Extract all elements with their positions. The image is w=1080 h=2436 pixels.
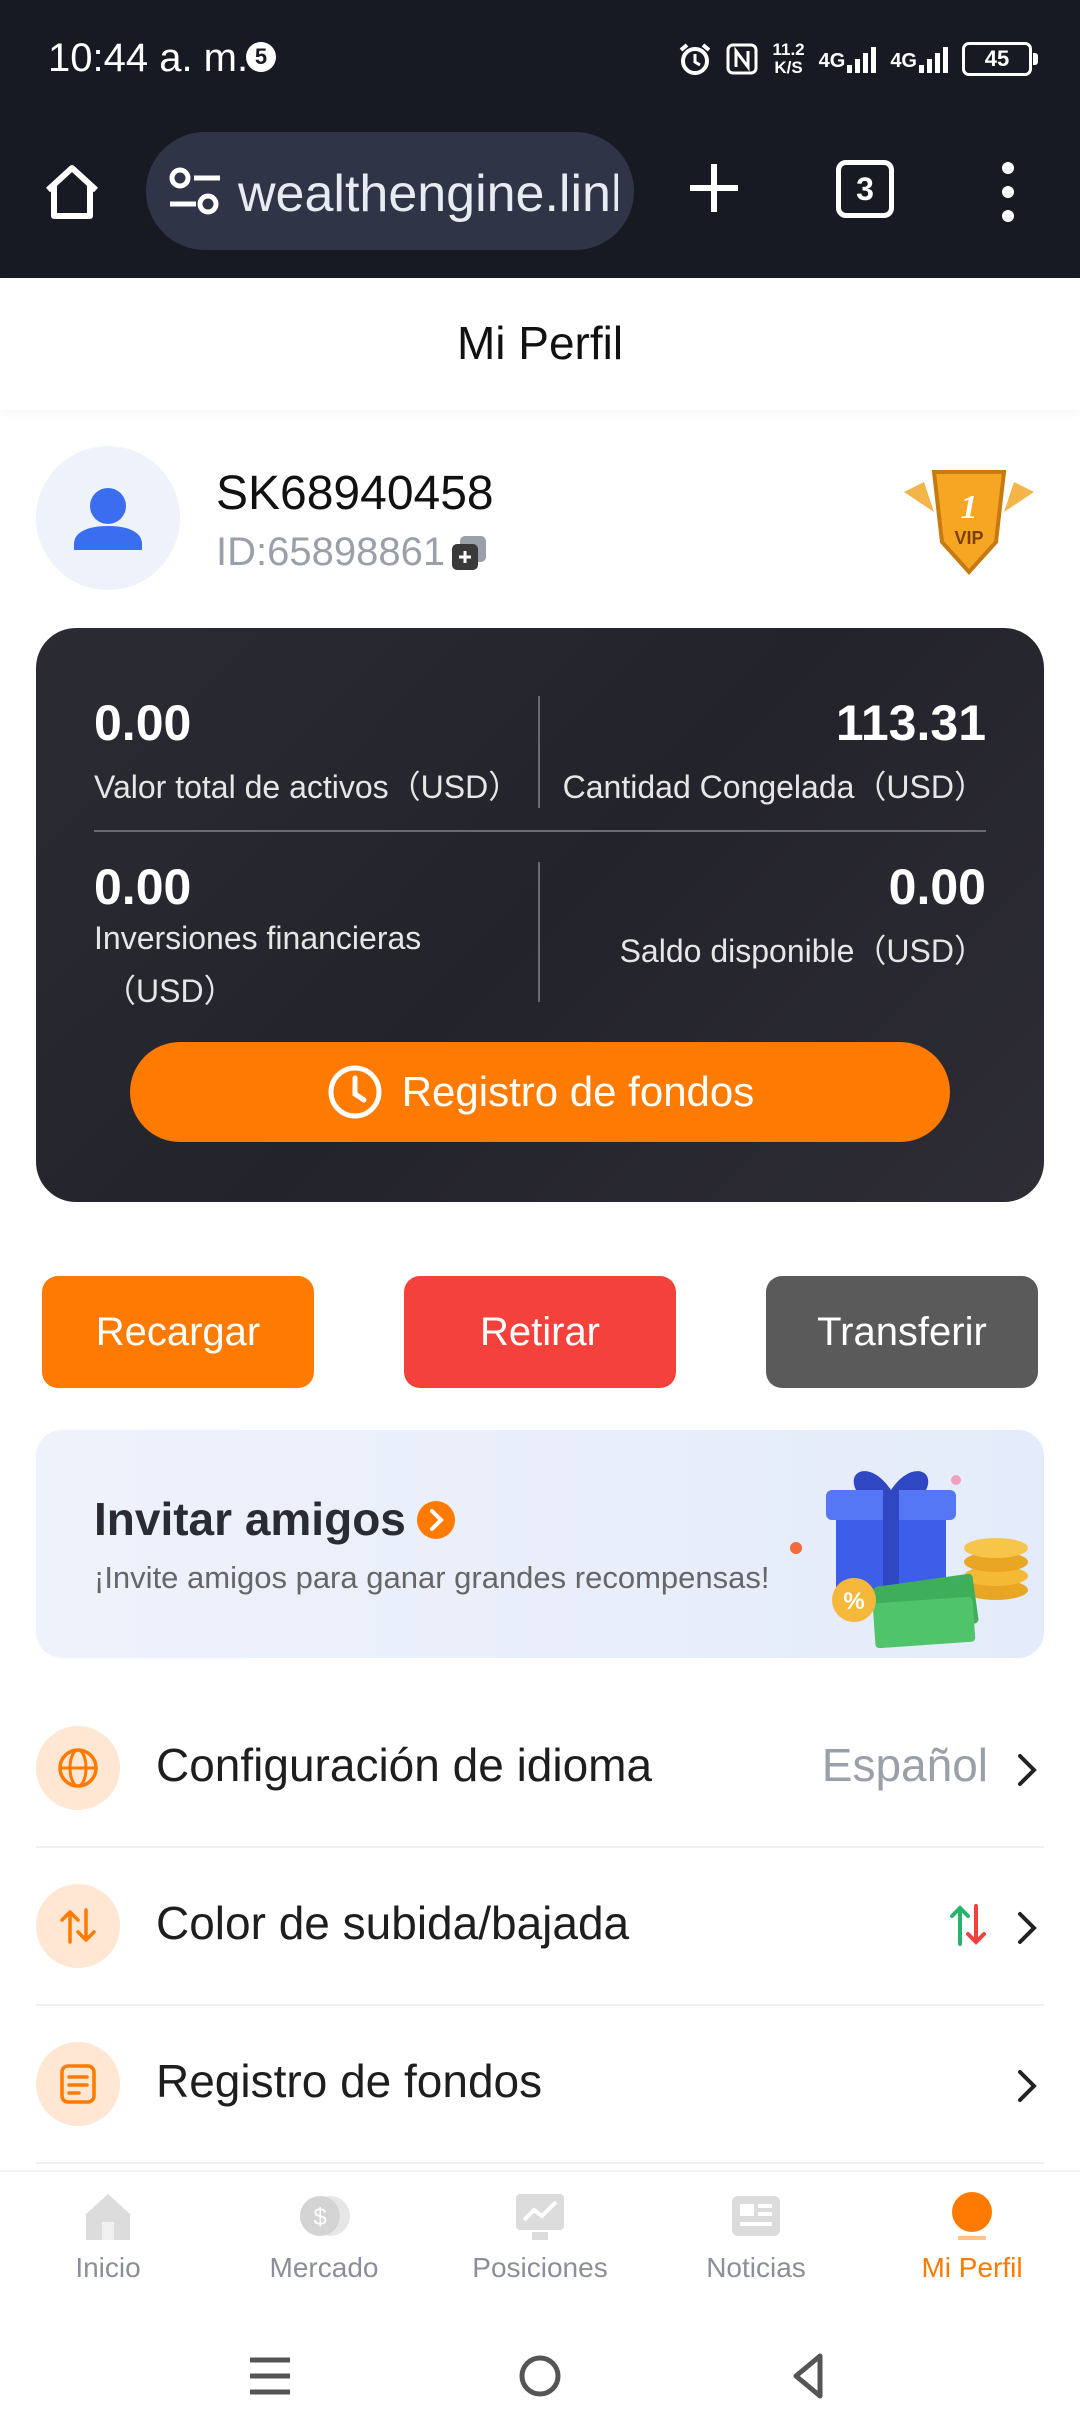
nav-news[interactable]: Noticias — [648, 2190, 864, 2310]
url-text: wealthengine.link — [238, 165, 618, 223]
vip-level: 1 — [961, 489, 978, 526]
chevron-right-icon — [1018, 1754, 1037, 1786]
svg-text:%: % — [843, 1588, 864, 1615]
nav-positions-label: Posiciones — [472, 2252, 608, 2283]
speed-value: 11.2 — [772, 40, 805, 59]
recent-apps-icon[interactable] — [240, 2346, 300, 2406]
page-title: Mi Perfil — [456, 317, 624, 369]
frozen-amount-label: Cantidad Congelada（USD） — [562, 769, 986, 805]
transfer-button[interactable]: Transferir — [766, 1276, 1038, 1388]
recharge-button[interactable]: Recargar — [42, 1276, 314, 1388]
nav-market[interactable]: $ Mercado — [216, 2190, 432, 2310]
globe-icon — [58, 1748, 98, 1788]
home-circle-icon[interactable] — [510, 2346, 570, 2406]
available-balance-label: Saldo disponible（USD） — [619, 933, 986, 969]
frozen-amount-value: 113.31 — [835, 695, 986, 751]
arrow-right-circle-icon — [417, 1501, 455, 1539]
up-down-color-icon — [950, 1904, 986, 1946]
bottom-navigation: Inicio $ Mercado Posiciones Noticias Mi … — [0, 2170, 1080, 2312]
nav-profile-label: Mi Perfil — [921, 2252, 1023, 2283]
invite-title: Invitar amigos — [94, 1493, 406, 1545]
user-icon — [74, 488, 142, 550]
divider — [538, 862, 540, 1002]
avatar[interactable] — [36, 446, 180, 590]
tab-switcher-button[interactable]: 3 — [836, 160, 894, 218]
alarm-icon — [680, 43, 711, 75]
gift-money-illustration: % — [790, 1471, 1028, 1649]
invite-friends-banner[interactable]: Invitar amigos ¡Invite amigos para ganar… — [36, 1430, 1044, 1658]
funds-record-row[interactable]: Registro de fondos — [36, 2004, 1044, 2164]
color-settings-label: Color de subida/bajada — [156, 1897, 630, 1949]
funds-record-label: Registro de fondos — [401, 1068, 755, 1115]
divider — [538, 696, 540, 808]
home-icon — [86, 2194, 130, 2240]
network-type-2: 4G — [890, 50, 917, 72]
status-indicators: 11.2 K/S 4G 4G 45 — [678, 34, 1038, 84]
network-type-1: 4G — [818, 50, 846, 72]
chart-icon — [516, 2194, 564, 2240]
site-settings-icon[interactable] — [168, 166, 222, 216]
nav-home-label: Inicio — [75, 2252, 141, 2283]
language-settings-label: Configuración de idioma — [156, 1739, 653, 1791]
funds-record-label: Registro de fondos — [156, 2055, 543, 2107]
nav-news-label: Noticias — [706, 2252, 806, 2283]
page-header: Mi Perfil — [0, 280, 1080, 410]
investments-label: Inversiones financieras — [94, 920, 422, 956]
home-icon[interactable] — [40, 160, 104, 224]
system-navigation-bar — [0, 2316, 1080, 2436]
available-balance-value: 0.00 — [888, 859, 986, 915]
chevron-right-icon — [1018, 2070, 1037, 2102]
nav-profile[interactable]: Mi Perfil — [864, 2190, 1080, 2310]
nav-positions[interactable]: Posiciones — [432, 2190, 648, 2310]
investments-value: 0.00 — [94, 859, 192, 915]
language-settings-row[interactable]: Configuración de idioma Español — [36, 1688, 1044, 1848]
invite-subtitle: ¡Invite amigos para ganar grandes recomp… — [94, 1560, 770, 1595]
nav-market-label: Mercado — [269, 2252, 379, 2283]
battery-indicator: 45 — [962, 42, 1038, 76]
language-icon-wrap — [36, 1726, 120, 1810]
clock-icon — [328, 1065, 382, 1119]
signal-bars-icon — [847, 45, 877, 73]
status-bar: 10:44 a. m. 5 11.2 K/S 4G 4G 45 — [0, 0, 1080, 115]
language-value: Español — [821, 1739, 988, 1791]
signal-1: 4G — [819, 45, 877, 73]
investments-unit: （USD） — [104, 973, 236, 1009]
total-assets-value: 0.00 — [94, 695, 192, 751]
divider — [94, 830, 986, 832]
nfc-icon — [726, 43, 758, 75]
profile-icon — [952, 2192, 992, 2240]
swap-arrows-icon — [60, 1908, 96, 1944]
browser-toolbar: wealthengine.link 3 — [0, 130, 1080, 260]
funds-record-button[interactable]: Registro de fondos — [130, 1042, 950, 1142]
vip-badge-icon: 1 VIP — [904, 470, 1034, 575]
news-icon — [732, 2196, 780, 2236]
total-assets-label: Valor total de activos（USD） — [94, 769, 521, 805]
status-time: 10:44 a. m. — [48, 36, 249, 80]
back-icon[interactable] — [780, 2346, 840, 2406]
color-icon-wrap — [36, 1884, 120, 1968]
asset-summary-card: 0.00 Valor total de activos（USD） 113.31 … — [36, 628, 1044, 1202]
copy-icon[interactable] — [450, 534, 488, 572]
svg-text:$: $ — [313, 2204, 326, 2231]
withdraw-button[interactable]: Retirar — [404, 1276, 676, 1388]
more-menu-icon[interactable] — [1000, 160, 1016, 224]
address-bar[interactable]: wealthengine.link — [146, 132, 634, 250]
coin-icon: $ — [300, 2196, 350, 2236]
notification-count-badge: 5 — [246, 42, 276, 72]
speed-unit: K/S — [774, 58, 803, 77]
color-settings-row[interactable]: Color de subida/bajada — [36, 1846, 1044, 2006]
chevron-right-icon — [1018, 1912, 1037, 1944]
username: SK68940458 — [216, 467, 494, 520]
user-id: ID:65898861 — [216, 530, 446, 574]
signal-2: 4G — [890, 45, 948, 73]
nav-home[interactable]: Inicio — [0, 2190, 216, 2310]
new-tab-icon[interactable] — [686, 160, 742, 216]
document-list-icon — [60, 2064, 96, 2104]
vip-label: VIP — [954, 528, 983, 548]
network-speed: 11.2 K/S — [772, 41, 804, 77]
funds-record-icon-wrap — [36, 2042, 120, 2126]
signal-bars-icon — [919, 45, 948, 73]
